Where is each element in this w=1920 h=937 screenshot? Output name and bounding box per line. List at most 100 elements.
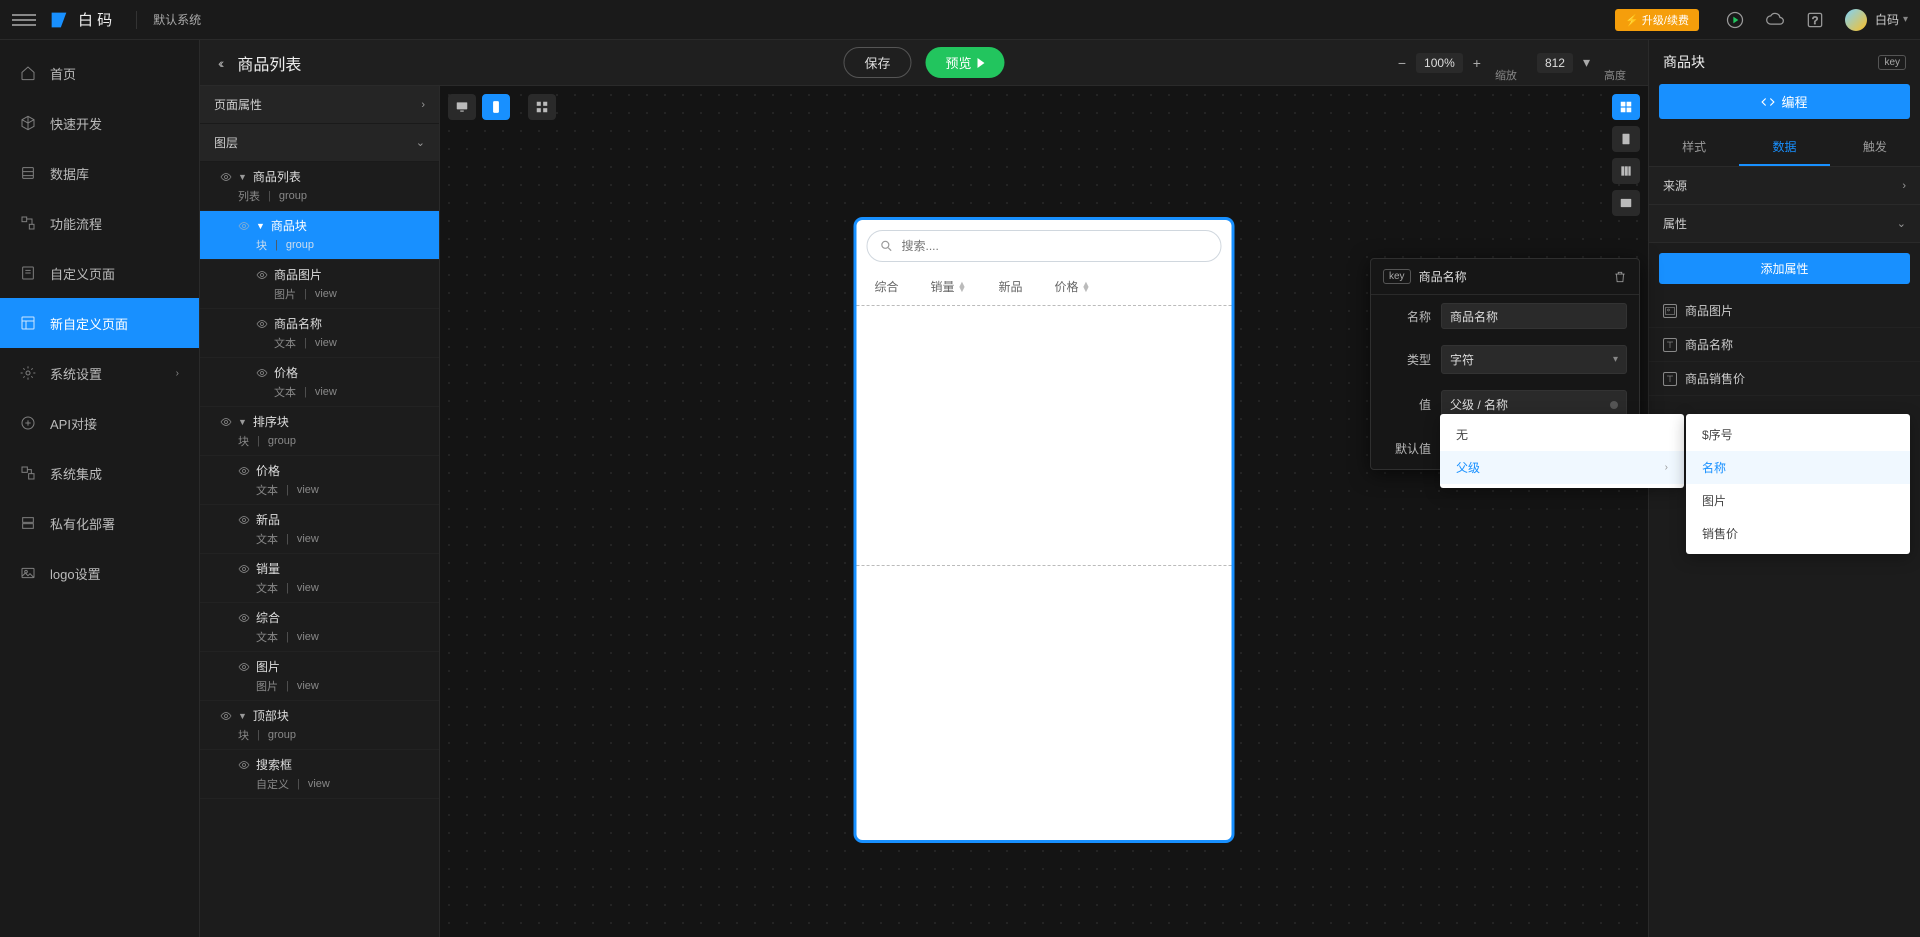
nav-logo[interactable]: logo设置: [0, 548, 199, 598]
zoom-value[interactable]: 100%: [1416, 53, 1463, 73]
menu-item-none[interactable]: 无: [1440, 418, 1684, 451]
layer-node[interactable]: 新品文本|view: [200, 505, 439, 554]
input-name[interactable]: [1441, 303, 1627, 329]
chevron-down-icon: ⌄: [416, 136, 425, 149]
doc-button[interactable]: [1612, 126, 1640, 152]
label-default: 默认值: [1383, 440, 1431, 457]
prop-image[interactable]: 商品图片: [1649, 294, 1920, 328]
hamburger-icon[interactable]: [12, 8, 36, 32]
page-title: 商品列表: [237, 51, 301, 75]
system-name[interactable]: 默认系统: [153, 11, 201, 28]
caret-down-icon[interactable]: ▾: [1903, 14, 1908, 25]
tab-trigger[interactable]: 触发: [1830, 129, 1920, 166]
upgrade-button[interactable]: ⚡ 升级/续费: [1615, 9, 1699, 31]
section-source[interactable]: 来源›: [1649, 167, 1920, 205]
product-block-placeholder[interactable]: [857, 306, 1232, 566]
section-page-attr[interactable]: 页面属性›: [200, 86, 439, 124]
cloud-icon[interactable]: [1765, 10, 1785, 30]
search-bar[interactable]: [867, 230, 1222, 262]
tab-style[interactable]: 样式: [1649, 129, 1739, 166]
layer-node[interactable]: 搜索框自定义|view: [200, 750, 439, 799]
image-button[interactable]: [1612, 190, 1640, 216]
nav-database[interactable]: 数据库: [0, 148, 199, 198]
layer-node[interactable]: 图片图片|view: [200, 652, 439, 701]
dialog-header: key 商品名称: [1371, 259, 1639, 295]
add-attr-button[interactable]: 添加属性: [1659, 253, 1910, 284]
section-layers[interactable]: 图层⌄: [200, 124, 439, 162]
svg-text:?: ?: [1812, 15, 1818, 27]
back-button[interactable]: ‹‹: [218, 55, 221, 71]
tab-data[interactable]: 数据: [1739, 129, 1829, 166]
layer-node[interactable]: ▼ 商品块块|group: [200, 211, 439, 260]
nav-integration[interactable]: 系统集成: [0, 448, 199, 498]
layer-node[interactable]: 价格文本|view: [200, 358, 439, 407]
layer-node[interactable]: 销量文本|view: [200, 554, 439, 603]
menu-item-price[interactable]: 销售价: [1686, 517, 1910, 550]
layer-node[interactable]: 商品名称文本|view: [200, 309, 439, 358]
layer-node[interactable]: 商品图片图片|view: [200, 260, 439, 309]
avatar[interactable]: [1845, 9, 1867, 31]
tab-jiage[interactable]: 价格▲▼: [1054, 278, 1090, 295]
image-icon: [20, 565, 36, 581]
menu-item-parent[interactable]: 父级›: [1440, 451, 1684, 484]
prop-name[interactable]: 商品名称: [1649, 328, 1920, 362]
inspector-title: 商品块: [1663, 52, 1705, 72]
key-tag[interactable]: key: [1878, 55, 1906, 70]
play-circle-icon[interactable]: [1725, 10, 1745, 30]
menu-item-name[interactable]: 名称: [1686, 451, 1910, 484]
api-icon: [20, 415, 36, 431]
help-icon[interactable]: ?: [1805, 10, 1825, 30]
nav-home[interactable]: 首页: [0, 48, 199, 98]
key-tag[interactable]: key: [1383, 269, 1411, 284]
prop-price[interactable]: 商品销售价: [1649, 362, 1920, 396]
dialog-title: 商品名称: [1419, 268, 1467, 285]
layer-node[interactable]: 综合文本|view: [200, 603, 439, 652]
desktop-device-button[interactable]: [448, 94, 476, 120]
value-dropdown-level1[interactable]: 无 父级›: [1440, 414, 1684, 488]
columns-button[interactable]: [1612, 158, 1640, 184]
section-attr[interactable]: 属性⌄: [1649, 205, 1920, 243]
label-value: 值: [1383, 396, 1431, 413]
mobile-device-button[interactable]: [482, 94, 510, 120]
layer-node[interactable]: ▼ 商品列表列表|group: [200, 162, 439, 211]
nav-settings[interactable]: 系统设置›: [0, 348, 199, 398]
program-button[interactable]: 编程: [1659, 84, 1910, 119]
grid-button[interactable]: [528, 94, 556, 120]
nav-api[interactable]: API对接: [0, 398, 199, 448]
label-type: 类型: [1383, 351, 1431, 368]
height-value[interactable]: 812: [1537, 53, 1573, 73]
flow-icon: [20, 215, 36, 231]
menu-item-image[interactable]: 图片: [1686, 484, 1910, 517]
widgets-button[interactable]: [1612, 94, 1640, 120]
nav-quickdev[interactable]: 快速开发: [0, 98, 199, 148]
caret-down-icon: ▾: [1613, 354, 1618, 365]
sort-tabs: 综合 销量▲▼ 新品 价格▲▼: [857, 272, 1232, 306]
search-input[interactable]: [902, 239, 1209, 253]
sort-icon: ▲▼: [958, 282, 967, 292]
zoom-minus[interactable]: −: [1394, 55, 1410, 71]
tab-zonghe[interactable]: 综合: [875, 278, 899, 295]
nav-newcustompage[interactable]: 新自定义页面: [0, 298, 199, 348]
preview-button[interactable]: 预览: [926, 47, 1005, 78]
nav-flow[interactable]: 功能流程: [0, 198, 199, 248]
nav-private[interactable]: 私有化部署: [0, 498, 199, 548]
clear-dot-icon[interactable]: [1610, 401, 1618, 409]
height-caret[interactable]: ▾: [1579, 54, 1594, 71]
value-dropdown-level2[interactable]: $序号 名称 图片 销售价: [1686, 414, 1910, 554]
menu-item-index[interactable]: $序号: [1686, 418, 1910, 451]
layer-node[interactable]: ▼ 排序块块|group: [200, 407, 439, 456]
phone-preview[interactable]: 综合 销量▲▼ 新品 价格▲▼: [857, 220, 1232, 840]
layer-node[interactable]: 价格文本|view: [200, 456, 439, 505]
zoom-plus[interactable]: +: [1469, 55, 1485, 71]
nav-custompage[interactable]: 自定义页面: [0, 248, 199, 298]
username[interactable]: 白码: [1875, 11, 1899, 28]
tab-xiaoliang[interactable]: 销量▲▼: [931, 278, 967, 295]
layer-node[interactable]: ▼ 顶部块块|group: [200, 701, 439, 750]
home-icon: [20, 65, 36, 81]
tab-xinpin[interactable]: 新品: [998, 278, 1022, 295]
canvas[interactable]: 综合 销量▲▼ 新品 价格▲▼: [440, 86, 1648, 937]
integration-icon: [20, 465, 36, 481]
delete-button[interactable]: [1613, 270, 1627, 284]
select-type[interactable]: 字符▾: [1441, 345, 1627, 374]
save-button[interactable]: 保存: [843, 47, 911, 78]
